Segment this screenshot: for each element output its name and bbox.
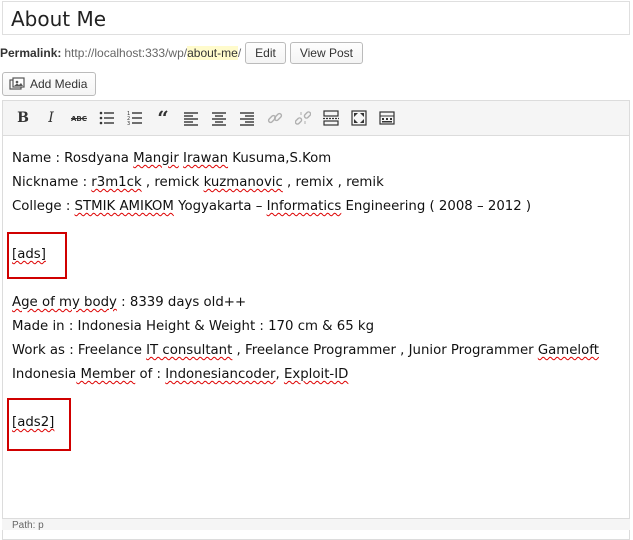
align-right-icon[interactable] xyxy=(237,108,257,128)
permalink-bar: Permalink: http://localhost:333/wp/about… xyxy=(0,42,363,64)
permalink-slug[interactable]: about-me xyxy=(187,46,238,60)
media-icon xyxy=(9,77,25,90)
post-title-value: About Me xyxy=(11,7,107,31)
ads2-highlight-box xyxy=(7,398,71,451)
align-center-icon[interactable] xyxy=(209,108,229,128)
content-ads2-shortcode: [ads2] xyxy=(12,415,55,430)
permalink-url[interactable]: http://localhost:333/wp/about-me/ xyxy=(64,46,241,60)
unlink-icon[interactable] xyxy=(293,108,313,128)
view-post-button[interactable]: View Post xyxy=(289,42,363,64)
blockquote-icon[interactable]: “ xyxy=(153,106,173,130)
add-media-label: Add Media xyxy=(30,77,88,91)
svg-text:3: 3 xyxy=(127,121,130,126)
ads-highlight-box xyxy=(7,232,67,279)
content-college-line: College : STMIK AMIKOM Yogyakarta – Info… xyxy=(12,199,532,214)
read-more-icon[interactable] xyxy=(321,108,341,128)
kitchen-sink-icon[interactable] xyxy=(377,108,397,128)
content-member-line: Indonesia Member of : Indonesiancoder, E… xyxy=(12,367,349,382)
content-ads-shortcode: [ads] xyxy=(12,247,46,262)
permalink-slash: / xyxy=(237,46,242,60)
editor-status-path: Path: p xyxy=(2,518,630,531)
permalink-base: http://localhost:333/wp/ xyxy=(64,46,188,60)
numbered-list-icon[interactable]: 123 xyxy=(125,108,145,128)
strikethrough-icon[interactable]: ABC xyxy=(69,108,89,128)
editor-content[interactable]: Name : Rosdyana Mangir Irawan Kusuma,S.K… xyxy=(12,147,623,435)
content-made-line: Made in : Indonesia Height & Weight : 17… xyxy=(12,319,375,334)
bold-icon[interactable]: B xyxy=(13,108,33,128)
add-media-button[interactable]: Add Media xyxy=(2,72,97,96)
content-age-line: Age of my body : 8339 days old++ xyxy=(12,295,247,310)
edit-permalink-button[interactable]: Edit xyxy=(245,42,286,64)
bullet-list-icon[interactable] xyxy=(97,108,117,128)
align-left-icon[interactable] xyxy=(181,108,201,128)
content-work-line: Work as : Freelance IT consultant , Free… xyxy=(12,343,599,358)
permalink-label: Permalink: xyxy=(0,46,62,60)
italic-icon[interactable]: I xyxy=(41,108,61,128)
editor-toolbar: B I ABC 123 “ xyxy=(3,101,629,136)
content-name-line: Name : Rosdyana Mangir Irawan Kusuma,S.K… xyxy=(12,151,332,166)
fullscreen-icon[interactable] xyxy=(349,108,369,128)
content-nickname-line: Nickname : r3m1ck , remick kuzmanovic , … xyxy=(12,175,384,190)
post-title-input[interactable]: About Me xyxy=(2,1,630,35)
post-editor[interactable]: B I ABC 123 “ xyxy=(2,100,630,540)
link-icon[interactable] xyxy=(265,108,285,128)
